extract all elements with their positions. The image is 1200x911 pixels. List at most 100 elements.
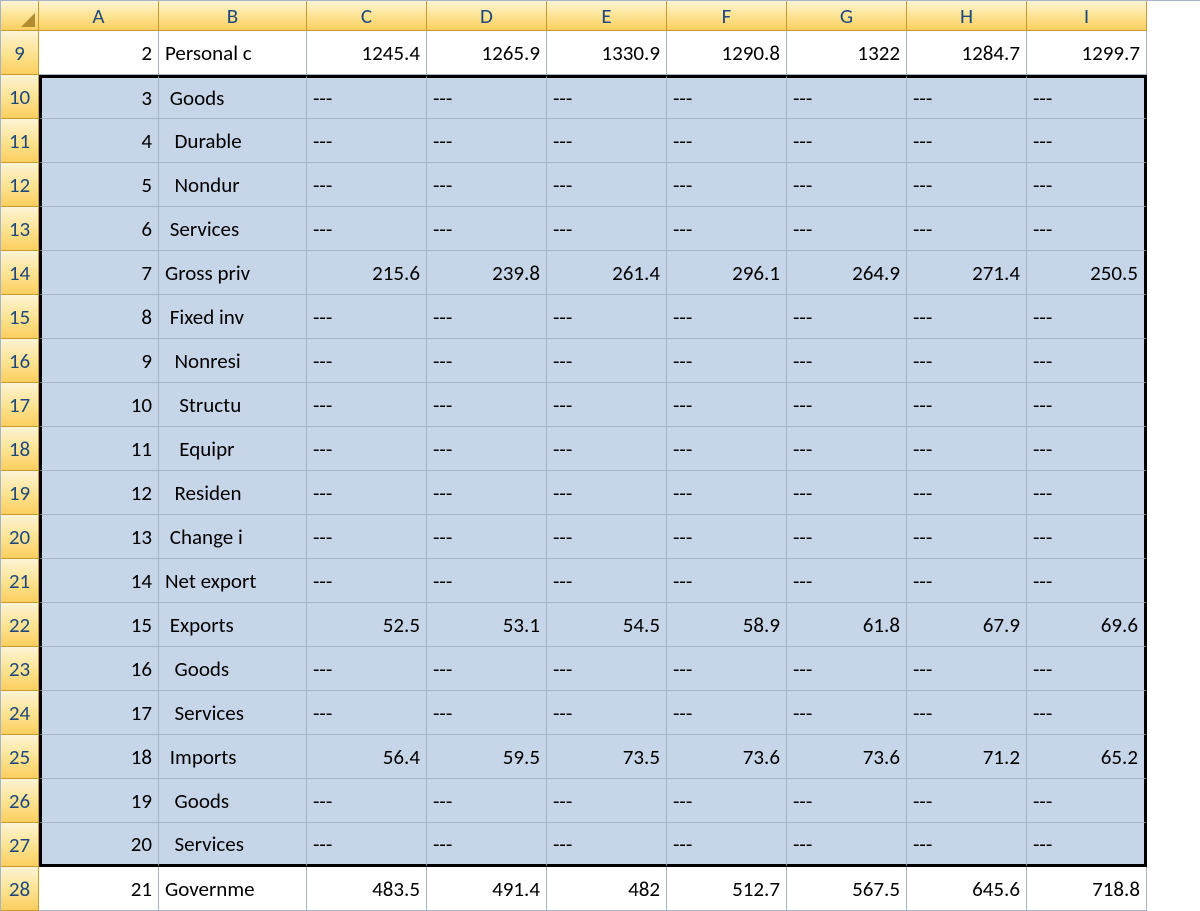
cell-C21[interactable]: --- — [307, 559, 427, 603]
cell-H21[interactable]: --- — [907, 559, 1027, 603]
row-header[interactable]: 25 — [1, 735, 39, 779]
cell-H14[interactable]: 271.4 — [907, 251, 1027, 295]
cell-I21[interactable]: --- — [1027, 559, 1147, 603]
cell-F28[interactable]: 512.7 — [667, 867, 787, 911]
cell-G20[interactable]: --- — [787, 515, 907, 559]
cell-F11[interactable]: --- — [667, 119, 787, 163]
select-all-corner[interactable] — [1, 1, 39, 31]
cell-I26[interactable]: --- — [1027, 779, 1147, 823]
cell-A18[interactable]: 11 — [39, 427, 159, 471]
cell-H10[interactable]: --- — [907, 75, 1027, 119]
cell-C27[interactable]: --- — [307, 823, 427, 867]
cell-B19[interactable]: Residen — [159, 471, 307, 515]
cell-F19[interactable]: --- — [667, 471, 787, 515]
cell-E11[interactable]: --- — [547, 119, 667, 163]
cell-H22[interactable]: 67.9 — [907, 603, 1027, 647]
cell-B17[interactable]: Structu — [159, 383, 307, 427]
cell-C9[interactable]: 1245.4 — [307, 31, 427, 75]
cell-C11[interactable]: --- — [307, 119, 427, 163]
col-header-D[interactable]: D — [427, 1, 547, 31]
row-header[interactable]: 9 — [1, 31, 39, 75]
cell-A9[interactable]: 2 — [39, 31, 159, 75]
cell-F9[interactable]: 1290.8 — [667, 31, 787, 75]
row-header[interactable]: 20 — [1, 515, 39, 559]
cell-C17[interactable]: --- — [307, 383, 427, 427]
cell-B26[interactable]: Goods — [159, 779, 307, 823]
cell-E12[interactable]: --- — [547, 163, 667, 207]
cell-F26[interactable]: --- — [667, 779, 787, 823]
cell-B23[interactable]: Goods — [159, 647, 307, 691]
row-header[interactable]: 28 — [1, 867, 39, 911]
cell-G27[interactable]: --- — [787, 823, 907, 867]
cell-I28[interactable]: 718.8 — [1027, 867, 1147, 911]
cell-D17[interactable]: --- — [427, 383, 547, 427]
row-header[interactable]: 15 — [1, 295, 39, 339]
cell-H9[interactable]: 1284.7 — [907, 31, 1027, 75]
cell-I10[interactable]: --- — [1027, 75, 1147, 119]
cell-G24[interactable]: --- — [787, 691, 907, 735]
cell-A15[interactable]: 8 — [39, 295, 159, 339]
col-header-C[interactable]: C — [307, 1, 427, 31]
cell-A28[interactable]: 21 — [39, 867, 159, 911]
cell-B21[interactable]: Net export — [159, 559, 307, 603]
cell-E17[interactable]: --- — [547, 383, 667, 427]
col-header-I[interactable]: I — [1027, 1, 1147, 31]
cell-I20[interactable]: --- — [1027, 515, 1147, 559]
cell-G13[interactable]: --- — [787, 207, 907, 251]
cell-D24[interactable]: --- — [427, 691, 547, 735]
cell-F14[interactable]: 296.1 — [667, 251, 787, 295]
cell-I13[interactable]: --- — [1027, 207, 1147, 251]
cell-G17[interactable]: --- — [787, 383, 907, 427]
cell-C18[interactable]: --- — [307, 427, 427, 471]
cell-H27[interactable]: --- — [907, 823, 1027, 867]
cell-E18[interactable]: --- — [547, 427, 667, 471]
cell-H16[interactable]: --- — [907, 339, 1027, 383]
cell-D20[interactable]: --- — [427, 515, 547, 559]
cell-G12[interactable]: --- — [787, 163, 907, 207]
cell-A23[interactable]: 16 — [39, 647, 159, 691]
cell-G23[interactable]: --- — [787, 647, 907, 691]
cell-C22[interactable]: 52.5 — [307, 603, 427, 647]
cell-E27[interactable]: --- — [547, 823, 667, 867]
cell-C20[interactable]: --- — [307, 515, 427, 559]
cell-I18[interactable]: --- — [1027, 427, 1147, 471]
cell-F13[interactable]: --- — [667, 207, 787, 251]
cell-C24[interactable]: --- — [307, 691, 427, 735]
cell-D22[interactable]: 53.1 — [427, 603, 547, 647]
cell-A21[interactable]: 14 — [39, 559, 159, 603]
row-header[interactable]: 26 — [1, 779, 39, 823]
cell-I16[interactable]: --- — [1027, 339, 1147, 383]
cell-H12[interactable]: --- — [907, 163, 1027, 207]
cell-F17[interactable]: --- — [667, 383, 787, 427]
cell-F24[interactable]: --- — [667, 691, 787, 735]
cell-E28[interactable]: 482 — [547, 867, 667, 911]
cell-I24[interactable]: --- — [1027, 691, 1147, 735]
cell-D25[interactable]: 59.5 — [427, 735, 547, 779]
row-header[interactable]: 19 — [1, 471, 39, 515]
cell-H17[interactable]: --- — [907, 383, 1027, 427]
cell-B28[interactable]: Governme — [159, 867, 307, 911]
col-header-E[interactable]: E — [547, 1, 667, 31]
row-header[interactable]: 17 — [1, 383, 39, 427]
cell-G14[interactable]: 264.9 — [787, 251, 907, 295]
cell-G15[interactable]: --- — [787, 295, 907, 339]
cell-A12[interactable]: 5 — [39, 163, 159, 207]
cell-G11[interactable]: --- — [787, 119, 907, 163]
cell-G25[interactable]: 73.6 — [787, 735, 907, 779]
cell-C14[interactable]: 215.6 — [307, 251, 427, 295]
cell-A26[interactable]: 19 — [39, 779, 159, 823]
cell-H18[interactable]: --- — [907, 427, 1027, 471]
cell-B25[interactable]: Imports — [159, 735, 307, 779]
cell-D16[interactable]: --- — [427, 339, 547, 383]
row-header[interactable]: 13 — [1, 207, 39, 251]
cell-F23[interactable]: --- — [667, 647, 787, 691]
cell-B20[interactable]: Change i — [159, 515, 307, 559]
cell-F22[interactable]: 58.9 — [667, 603, 787, 647]
row-header[interactable]: 18 — [1, 427, 39, 471]
cell-D21[interactable]: --- — [427, 559, 547, 603]
cell-D14[interactable]: 239.8 — [427, 251, 547, 295]
cell-G22[interactable]: 61.8 — [787, 603, 907, 647]
cell-C23[interactable]: --- — [307, 647, 427, 691]
cell-B27[interactable]: Services — [159, 823, 307, 867]
cell-B24[interactable]: Services — [159, 691, 307, 735]
